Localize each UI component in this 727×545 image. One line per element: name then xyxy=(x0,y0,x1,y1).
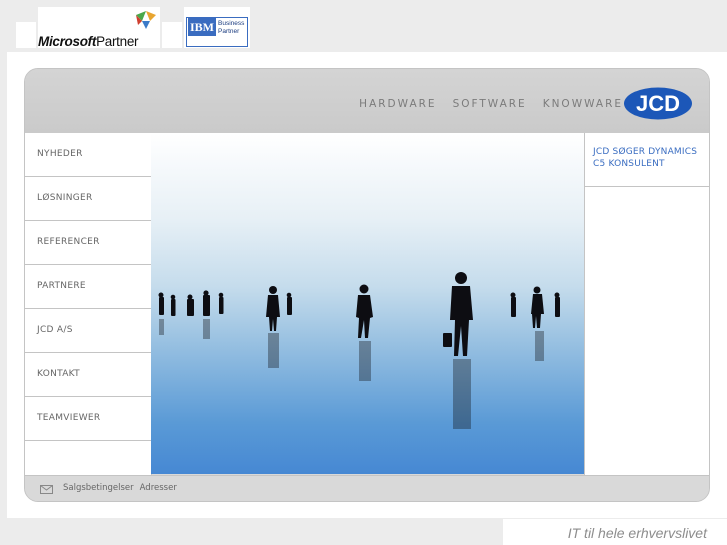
news-headline-link[interactable]: JCD SØGER DYNAMICS C5 KONSULENT xyxy=(585,133,709,187)
nav-hardware[interactable]: HARDWARE xyxy=(359,98,436,110)
sidebar-item-losninger[interactable]: LØSNINGER xyxy=(25,177,151,221)
sidebar-item-nyheder[interactable]: NYHEDER xyxy=(25,133,151,177)
sidebar-item-referencer[interactable]: REFERENCER xyxy=(25,221,151,265)
main-frame: HARDWARE SOFTWARE KNOWWARE JCD NYHEDER L… xyxy=(24,68,710,502)
ibm-business-partner-logo[interactable]: IBM Business Partner xyxy=(184,7,250,48)
sidebar-item-partnere[interactable]: PARTNERE xyxy=(25,265,151,309)
hero-image xyxy=(151,133,584,474)
spacer xyxy=(162,22,182,48)
footer-link-adresser[interactable]: Adresser xyxy=(140,483,177,493)
top-navigation: HARDWARE SOFTWARE KNOWWARE xyxy=(359,98,623,110)
tagline-text: IT til hele erhvervslivet xyxy=(567,525,707,541)
jcd-logo[interactable]: JCD xyxy=(623,87,693,120)
nav-software[interactable]: SOFTWARE xyxy=(453,98,527,110)
microsoft-partner-text: MicrosoftPartner xyxy=(38,34,139,49)
footer-link-salgsbetingelser[interactable]: Salgsbetingelser xyxy=(63,483,134,493)
header-bar: HARDWARE SOFTWARE KNOWWARE JCD xyxy=(25,69,709,134)
butterfly-icon xyxy=(136,11,156,29)
ibm-business-partner-text: Business Partner xyxy=(218,20,245,35)
sidebar-item-kontakt[interactable]: KONTAKT xyxy=(25,353,151,397)
footer-links: Salgsbetingelser Adresser xyxy=(63,483,177,493)
jcd-logo-text: JCD xyxy=(636,91,680,116)
spacer xyxy=(16,22,36,48)
footer-bar: Salgsbetingelser Adresser xyxy=(25,475,709,501)
business-people-silhouettes xyxy=(158,272,560,429)
envelope-icon[interactable] xyxy=(40,485,53,494)
microsoft-partner-logo[interactable]: MicrosoftPartner xyxy=(38,7,160,49)
ibm-mark: IBM xyxy=(188,18,216,36)
tagline-box: IT til hele erhvervslivet xyxy=(503,519,727,545)
nav-knowware[interactable]: KNOWWARE xyxy=(543,98,623,110)
sidebar: NYHEDER LØSNINGER REFERENCER PARTNERE JC… xyxy=(25,133,152,475)
sidebar-item-jcd-as[interactable]: JCD A/S xyxy=(25,309,151,353)
sidebar-item-teamviewer[interactable]: TEAMVIEWER xyxy=(25,397,151,441)
news-column: JCD SØGER DYNAMICS C5 KONSULENT xyxy=(584,133,709,475)
